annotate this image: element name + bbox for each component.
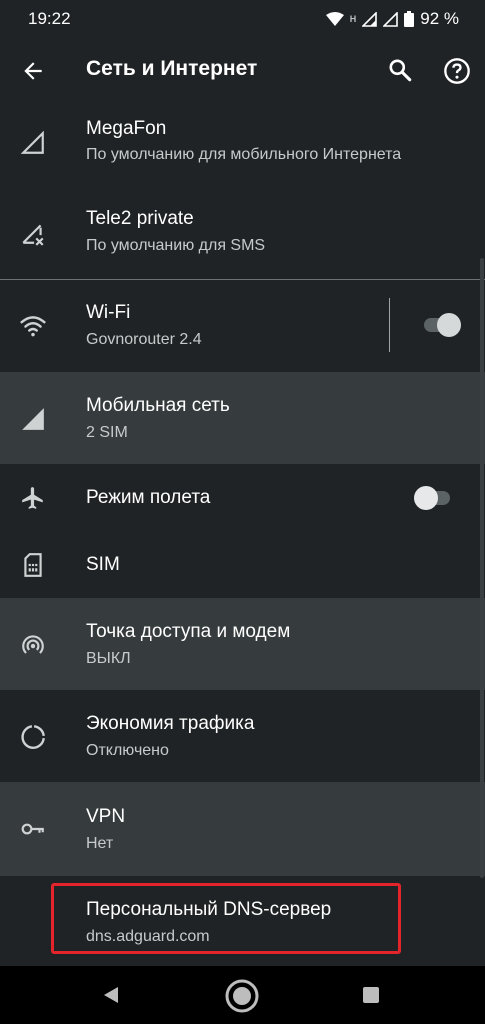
- signal-outline-icon: [20, 130, 44, 154]
- setting-title: Точка доступа и модем: [86, 621, 291, 642]
- status-bar: 19:22 H 92 %: [0, 0, 485, 38]
- setting-subtitle: 2 SIM: [86, 424, 128, 441]
- nav-recents-icon[interactable]: [361, 985, 381, 1005]
- arrow-back-icon[interactable]: [20, 58, 46, 84]
- toggle-knob: [414, 486, 438, 510]
- setting-item-wifi[interactable]: Wi-Fi Govnorouter 2.4: [0, 280, 485, 372]
- sim-title: Tele2 private: [86, 208, 194, 229]
- search-icon[interactable]: [387, 57, 413, 83]
- sim-card-icon: [24, 553, 42, 577]
- data-saver-icon: [21, 725, 45, 750]
- setting-title: SIM: [86, 554, 120, 575]
- wifi-status-icon: [325, 11, 344, 26]
- wifi-toggle-divider: [389, 298, 390, 352]
- signal-sim1-icon: [362, 11, 378, 27]
- airplane-icon: [22, 487, 43, 509]
- setting-item-hotspot[interactable]: Точка доступа и модем ВЫКЛ: [0, 598, 485, 690]
- page-title: Сеть и Интернет: [86, 57, 258, 80]
- sim-item-megafon[interactable]: MegaFon По умолчанию для мобильного Инте…: [0, 104, 485, 190]
- setting-subtitle: Govnorouter 2.4: [86, 331, 202, 348]
- status-time: 19:22: [28, 9, 71, 28]
- sim-subtitle: По умолчанию для мобильного Интернета: [86, 146, 402, 163]
- setting-title: Мобильная сеть: [86, 395, 230, 416]
- vpn-key-icon: [21, 823, 44, 835]
- battery-percent: 92 %: [420, 9, 459, 28]
- toggle-knob: [437, 313, 461, 337]
- setting-title: Режим полета: [86, 487, 211, 508]
- wifi-toggle[interactable]: [422, 311, 462, 337]
- sim-item-tele2[interactable]: Tele2 private По умолчанию для SMS: [0, 190, 485, 279]
- setting-title: Wi-Fi: [86, 302, 131, 323]
- wifi-icon: [20, 316, 46, 337]
- setting-subtitle: Отключено: [86, 742, 169, 759]
- annotation-highlight-box: [51, 883, 401, 954]
- setting-subtitle: ВЫКЛ: [86, 650, 131, 667]
- sim-subtitle: По умолчанию для SMS: [86, 237, 266, 254]
- signal-full-icon: [22, 408, 44, 430]
- setting-item-vpn[interactable]: VPN Нет: [0, 782, 485, 876]
- app-bar: Сеть и Интернет: [0, 38, 485, 104]
- setting-item-sim[interactable]: SIM: [0, 532, 485, 598]
- network-type-badge: H: [349, 14, 357, 24]
- setting-subtitle: Нет: [86, 835, 114, 852]
- signal-sim2-icon: [383, 11, 399, 27]
- setting-item-data-saver[interactable]: Экономия трафика Отключено: [0, 690, 485, 782]
- setting-title: Экономия трафика: [86, 713, 255, 734]
- setting-item-mobile-network[interactable]: Мобильная сеть 2 SIM: [0, 372, 485, 464]
- nav-home-icon[interactable]: [224, 978, 260, 1014]
- nav-back-icon[interactable]: [100, 984, 122, 1006]
- battery-icon: [404, 11, 415, 27]
- sim-title: MegaFon: [86, 118, 167, 139]
- signal-off-icon: [22, 224, 44, 246]
- help-icon[interactable]: [443, 57, 471, 85]
- airplane-toggle[interactable]: [412, 484, 452, 510]
- setting-title: VPN: [86, 806, 126, 827]
- status-icons: H 92 %: [325, 9, 459, 29]
- scrollbar[interactable]: [480, 258, 484, 878]
- hotspot-icon: [22, 635, 44, 654]
